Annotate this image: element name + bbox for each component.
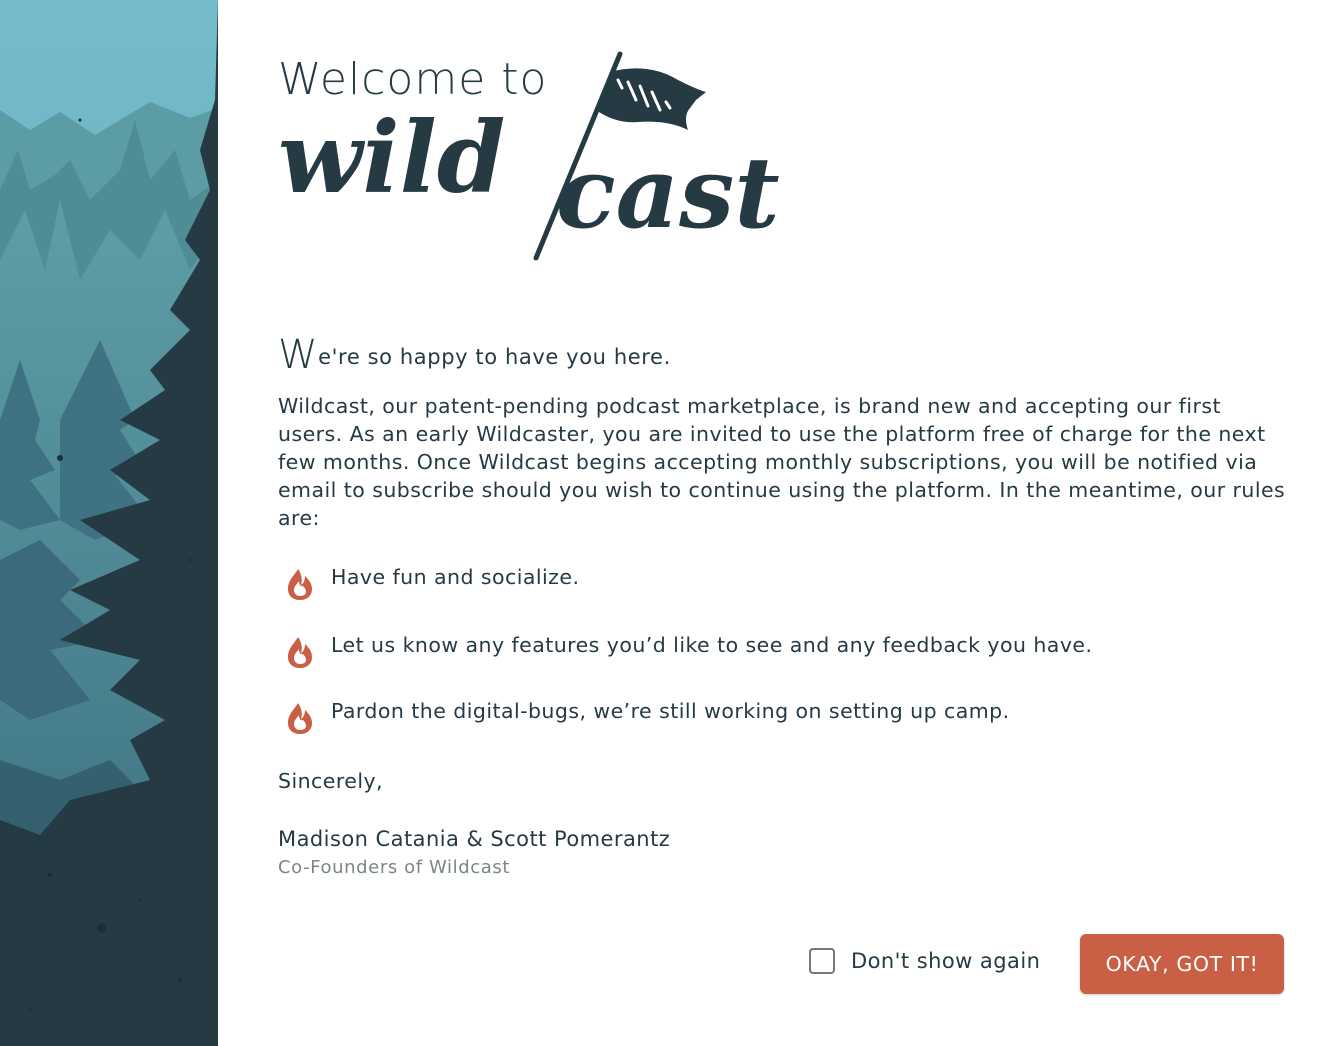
- rule-item: Pardon the digital-bugs, we’re still wor…: [278, 694, 1010, 734]
- rule-item: Let us know any features you’d like to s…: [278, 628, 1093, 668]
- rule-text: Have fun and socialize.: [331, 565, 580, 589]
- wildcast-logo-wild: wild: [278, 101, 505, 216]
- forest-illustration: [0, 0, 218, 1046]
- founders-names: Madison Catania & Scott Pomerantz: [278, 827, 671, 851]
- dont-show-again-checkbox[interactable]: [809, 948, 835, 974]
- wildcast-logo-cast: cast: [556, 136, 780, 251]
- flame-icon: [288, 637, 312, 668]
- wildcast-logo: wild cast: [278, 51, 780, 261]
- flame-icon: [288, 703, 312, 734]
- greeting: We're so happy to have you here.: [278, 332, 671, 378]
- greeting-text: e're so happy to have you here.: [318, 345, 671, 369]
- founders-title: Co-Founders of Wildcast: [278, 857, 511, 878]
- greeting-dropcap: W: [278, 332, 319, 378]
- flame-icon: [288, 569, 312, 600]
- dont-show-again-label[interactable]: Don't show again: [851, 949, 1040, 973]
- welcome-modal: Welcome to wild cast We're so happy to h…: [0, 0, 1334, 1046]
- dont-show-again-option[interactable]: Don't show again: [809, 948, 1040, 974]
- signoff: Sincerely,: [278, 769, 384, 793]
- rule-text: Pardon the digital-bugs, we’re still wor…: [331, 699, 1010, 723]
- welcome-heading: Welcome to wild cast: [278, 50, 878, 270]
- rule-text: Let us know any features you’d like to s…: [331, 633, 1093, 657]
- rule-item: Have fun and socialize.: [278, 560, 580, 600]
- intro-paragraph: Wildcast, our patent-pending podcast mar…: [278, 394, 1286, 530]
- flag-icon: [596, 68, 706, 130]
- okay-got-it-button[interactable]: OKAY, GOT IT!: [1080, 934, 1284, 994]
- welcome-content: Welcome to wild cast We're so happy to h…: [218, 0, 1334, 1046]
